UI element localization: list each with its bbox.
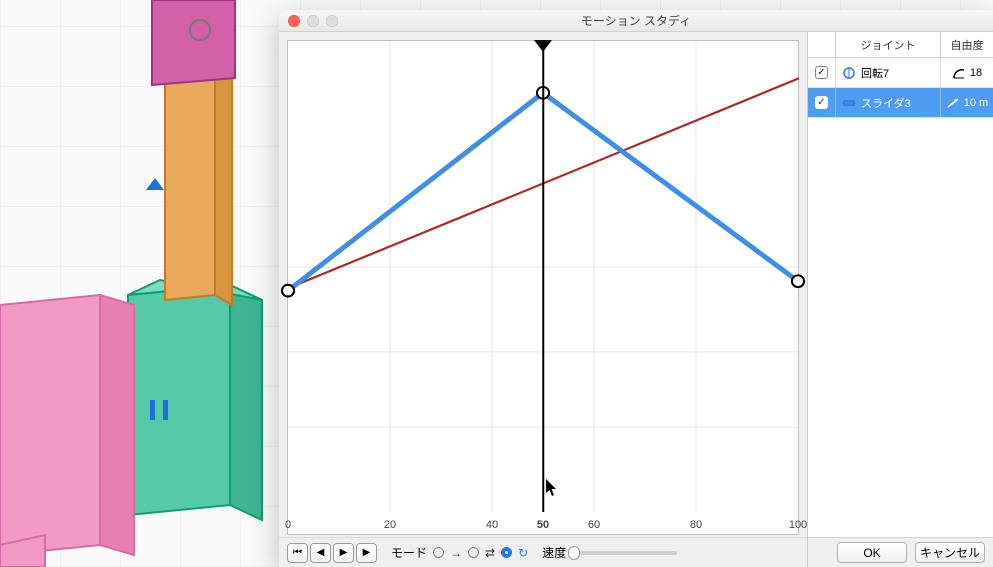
col-joint-header: ジョイント xyxy=(836,32,941,57)
swap-icon: ⇄ xyxy=(485,546,495,560)
playback-bar: ⏮ ◀ ▶ ▶ モード → ⇄ ↻ 速度 xyxy=(279,537,807,567)
zoom-icon xyxy=(326,15,338,27)
playhead-line[interactable] xyxy=(542,41,544,512)
joint-type-icon xyxy=(842,96,856,110)
minimize-icon xyxy=(307,15,319,27)
mode-pingpong-radio[interactable] xyxy=(468,547,479,558)
dof-icon xyxy=(946,96,960,110)
joint-row[interactable]: ✓ スライダ3 10 m xyxy=(808,88,993,118)
x-tick-label: 100 xyxy=(789,519,807,531)
cancel-button[interactable]: キャンセル xyxy=(915,542,985,563)
x-tick-label: 0 xyxy=(285,519,291,531)
x-axis: 02040506080100 xyxy=(288,512,798,534)
chart-pane: 0 20 40 50 60 80 100 ⏮ ◀ ▶ ▶ モード → xyxy=(279,32,807,567)
motion-chart[interactable]: 02040506080100 xyxy=(287,40,799,535)
speed-knob[interactable] xyxy=(568,546,580,560)
joints-panel: ジョイント 自由度 ✓ 回転7 18 ✓ スライダ3 10 m OK キャンセル xyxy=(807,32,993,567)
joint-name: 回転7 xyxy=(861,65,889,81)
x-tick-label: 60 xyxy=(588,519,600,531)
col-check xyxy=(808,32,836,57)
x-tick-label: 80 xyxy=(690,519,702,531)
titlebar[interactable]: モーション スタディ xyxy=(279,10,993,32)
mode-loop-radio[interactable] xyxy=(501,547,512,558)
speed-label: 速度 xyxy=(542,544,566,561)
dof-icon xyxy=(952,66,966,80)
arrow-right-icon: → xyxy=(450,546,462,560)
x-tick-label: 40 xyxy=(486,519,498,531)
play-button[interactable]: ▶ xyxy=(356,543,377,563)
ok-button[interactable]: OK xyxy=(837,542,907,563)
play-mode-group: モード → ⇄ ↻ xyxy=(391,544,528,561)
window-title: モーション スタディ xyxy=(279,12,993,29)
joint-checkbox[interactable]: ✓ xyxy=(815,96,828,109)
close-icon[interactable] xyxy=(288,15,300,27)
speed-slider[interactable] xyxy=(572,551,677,555)
x-tick-label: 50 xyxy=(537,519,549,531)
loop-icon: ↻ xyxy=(518,546,528,560)
dof-value: 18 xyxy=(970,67,982,79)
joint-row[interactable]: ✓ 回転7 18 xyxy=(808,58,993,88)
x-tick-label: 20 xyxy=(384,519,396,531)
speed-group: 速度 xyxy=(542,544,677,561)
dof-value: 10 m xyxy=(964,97,988,109)
col-dof-header: 自由度 xyxy=(941,32,993,57)
joint-type-icon xyxy=(842,66,856,80)
joint-name: スライダ3 xyxy=(861,95,911,111)
dialog-buttons: OK キャンセル xyxy=(808,537,993,567)
motion-study-dialog: モーション スタディ 0 20 40 50 60 80 100 ⏮ xyxy=(279,10,993,567)
joints-header: ジョイント 自由度 xyxy=(808,32,993,58)
mode-once-radio[interactable] xyxy=(433,547,444,558)
go-start-button[interactable]: ⏮ xyxy=(287,543,308,563)
mode-label: モード xyxy=(391,544,427,561)
joint-checkbox[interactable]: ✓ xyxy=(815,66,828,79)
playback-controls: ⏮ ◀ ▶ ▶ xyxy=(287,543,377,563)
step-fwd-button[interactable]: ▶ xyxy=(333,543,354,563)
step-back-button[interactable]: ◀ xyxy=(310,543,331,563)
